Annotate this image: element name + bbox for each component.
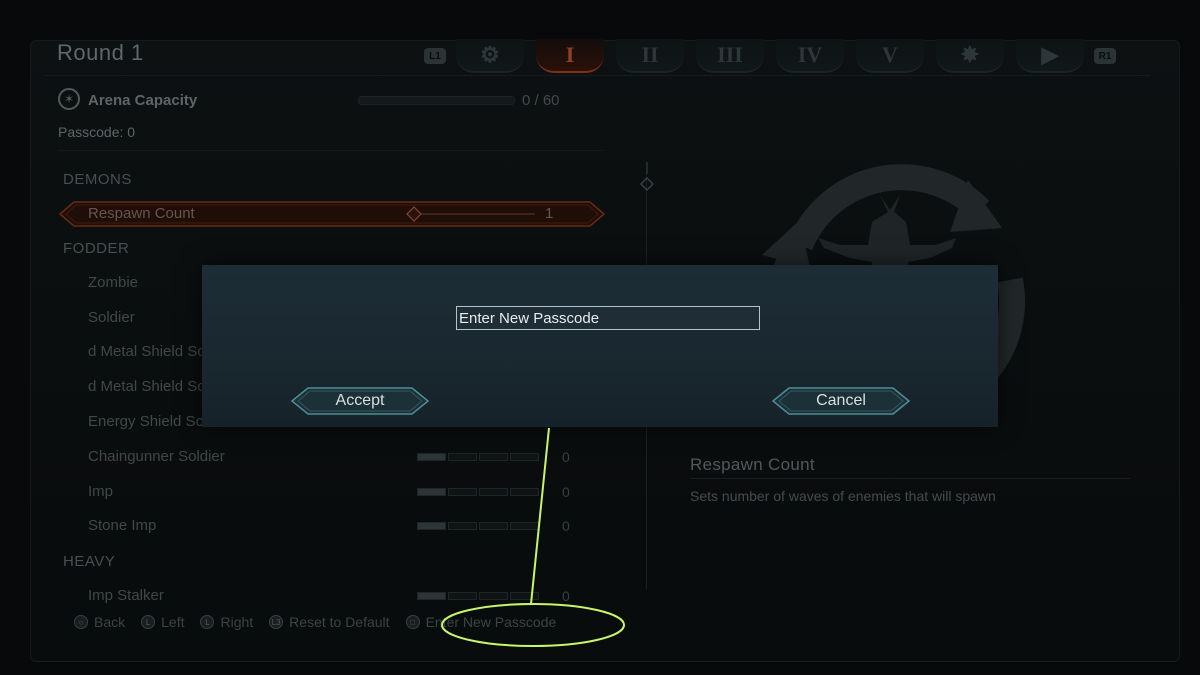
play-icon: ▶: [1041, 42, 1059, 67]
footer-hints: ○ Back L Left L Right L3 Reset to Default □ E…: [74, 614, 556, 630]
enemy-count-slider[interactable]: [417, 453, 539, 461]
tab-boss[interactable]: ✸: [936, 39, 1004, 73]
pentagram-icon: ✶: [58, 88, 80, 110]
enter-passcode-label: Enter New Passcode: [425, 614, 557, 630]
enemy-row-label[interactable]: Chaingunner Soldier: [88, 448, 225, 465]
left-stick-icon: L: [200, 615, 215, 629]
tab-wave-5[interactable]: V: [856, 39, 924, 73]
list-divider: [58, 150, 603, 151]
enemy-row-label[interactable]: Imp Stalker: [88, 587, 164, 604]
back-label: Back: [94, 614, 126, 630]
section-demons: DEMONS: [63, 171, 132, 188]
passcode-label: Passcode: 0: [58, 124, 136, 140]
passcode-dialog: Accept Cancel: [202, 265, 998, 427]
enemy-row-label[interactable]: Energy Shield Sol: [88, 413, 207, 430]
enemy-count-slider[interactable]: [417, 488, 539, 496]
enter-new-passcode-button[interactable]: □ Enter New Passcode: [405, 614, 557, 630]
reset-to-default-button[interactable]: L3 Reset to Default: [269, 614, 390, 630]
circle-button-icon: ○: [74, 615, 88, 629]
left-button[interactable]: L Left: [141, 614, 184, 630]
enemy-row-label[interactable]: Imp: [88, 483, 113, 500]
tab-wave-3[interactable]: III: [696, 39, 764, 73]
tab-wave-1[interactable]: I: [536, 39, 604, 73]
scroll-top-ornament: [639, 162, 655, 192]
enemy-count-value: 0: [562, 484, 570, 500]
r1-button-hint[interactable]: R1: [1094, 48, 1116, 64]
arena-capacity-value: 0 / 60: [522, 92, 560, 109]
enemy-row-label[interactable]: d Metal Shield So: [88, 378, 206, 395]
enemy-row-label[interactable]: Zombie: [88, 274, 138, 291]
enemy-count-value: 0: [562, 588, 570, 604]
info-description: Sets number of waves of enemies that wil…: [690, 488, 996, 504]
demon-icon: ✸: [960, 42, 980, 67]
gear-icon: ⚙: [480, 42, 500, 67]
tab-wave-4[interactable]: IV: [776, 39, 844, 73]
tab-play[interactable]: ▶: [1016, 39, 1084, 73]
enemy-count-value: 0: [562, 518, 570, 534]
cancel-button[interactable]: Cancel: [771, 386, 911, 416]
enemy-count-slider[interactable]: [417, 522, 539, 530]
accept-label: Accept: [335, 392, 385, 409]
respawn-count-value: 1: [545, 205, 554, 222]
tab-settings[interactable]: ⚙: [456, 39, 524, 73]
reset-label: Reset to Default: [289, 614, 390, 630]
info-divider: [690, 478, 1130, 479]
passcode-input[interactable]: [456, 306, 760, 330]
enemy-row-label[interactable]: d Metal Shield So: [88, 343, 206, 360]
arena-capacity-label: Arena Capacity: [88, 92, 198, 109]
section-fodder: FODDER: [63, 240, 130, 257]
accept-button[interactable]: Accept: [290, 386, 430, 416]
back-button[interactable]: ○ Back: [74, 614, 125, 630]
l3-button-icon: L3: [269, 615, 284, 629]
respawn-count-slider[interactable]: [405, 205, 540, 223]
respawn-count-label: Respawn Count: [88, 205, 195, 222]
tab-wave-2[interactable]: II: [616, 39, 684, 73]
arena-capacity-bar: [358, 96, 515, 105]
left-label: Left: [161, 614, 185, 630]
round-tabs: L1 ⚙ I II III IV V ✸ ▶ R1: [420, 38, 1120, 74]
section-heavy: HEAVY: [63, 553, 116, 570]
square-button-icon: □: [405, 615, 420, 629]
l1-button-hint[interactable]: L1: [424, 48, 446, 64]
round-title: Round 1: [57, 40, 144, 65]
cancel-label: Cancel: [816, 392, 866, 409]
left-stick-icon: L: [141, 615, 156, 629]
right-button[interactable]: L Right: [200, 614, 253, 630]
enemy-row-label[interactable]: Stone Imp: [88, 517, 156, 534]
info-title: Respawn Count: [690, 455, 815, 474]
enemy-row-label[interactable]: Soldier: [88, 309, 135, 326]
enemy-count-slider[interactable]: [417, 592, 539, 600]
right-label: Right: [220, 614, 254, 630]
header-divider: [45, 75, 1150, 76]
enemy-count-value: 0: [562, 449, 570, 465]
